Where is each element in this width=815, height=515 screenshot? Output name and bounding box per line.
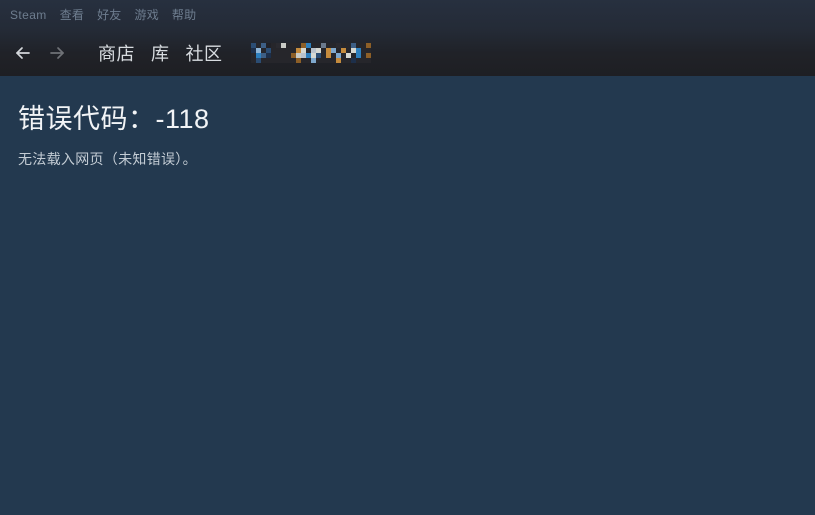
error-page: 错误代码：-118 无法载入网页（未知错误）。 (0, 76, 815, 170)
error-description: 无法载入网页（未知错误）。 (18, 151, 197, 168)
menu-item-games[interactable]: 游戏 (135, 0, 159, 30)
arrow-right-icon (46, 42, 68, 64)
navbar: 商店 库 社区 (0, 30, 815, 76)
nav-link-community[interactable]: 社区 (186, 40, 223, 66)
forward-button[interactable] (42, 38, 72, 68)
nav-link-library[interactable]: 库 (151, 40, 170, 66)
menu-item-steam[interactable]: Steam (10, 0, 47, 30)
nav-profile-name-censored[interactable] (250, 43, 375, 63)
menubar: Steam 查看 好友 游戏 帮助 (0, 0, 815, 30)
menu-item-friends[interactable]: 好友 (97, 0, 121, 30)
client-header: Steam 查看 好友 游戏 帮助 商店 库 社区 (0, 0, 815, 76)
steam-client-window: Steam 查看 好友 游戏 帮助 商店 库 社区 错误代码：-118 无法载入… (0, 0, 815, 515)
menu-item-help[interactable]: 帮助 (172, 0, 196, 30)
menu-item-view[interactable]: 查看 (60, 0, 84, 30)
arrow-left-icon (12, 42, 34, 64)
content-area: 错误代码：-118 无法载入网页（未知错误）。 (0, 76, 815, 515)
error-title: 错误代码：-118 (18, 104, 210, 134)
nav-link-store[interactable]: 商店 (98, 40, 135, 66)
back-button[interactable] (8, 38, 38, 68)
